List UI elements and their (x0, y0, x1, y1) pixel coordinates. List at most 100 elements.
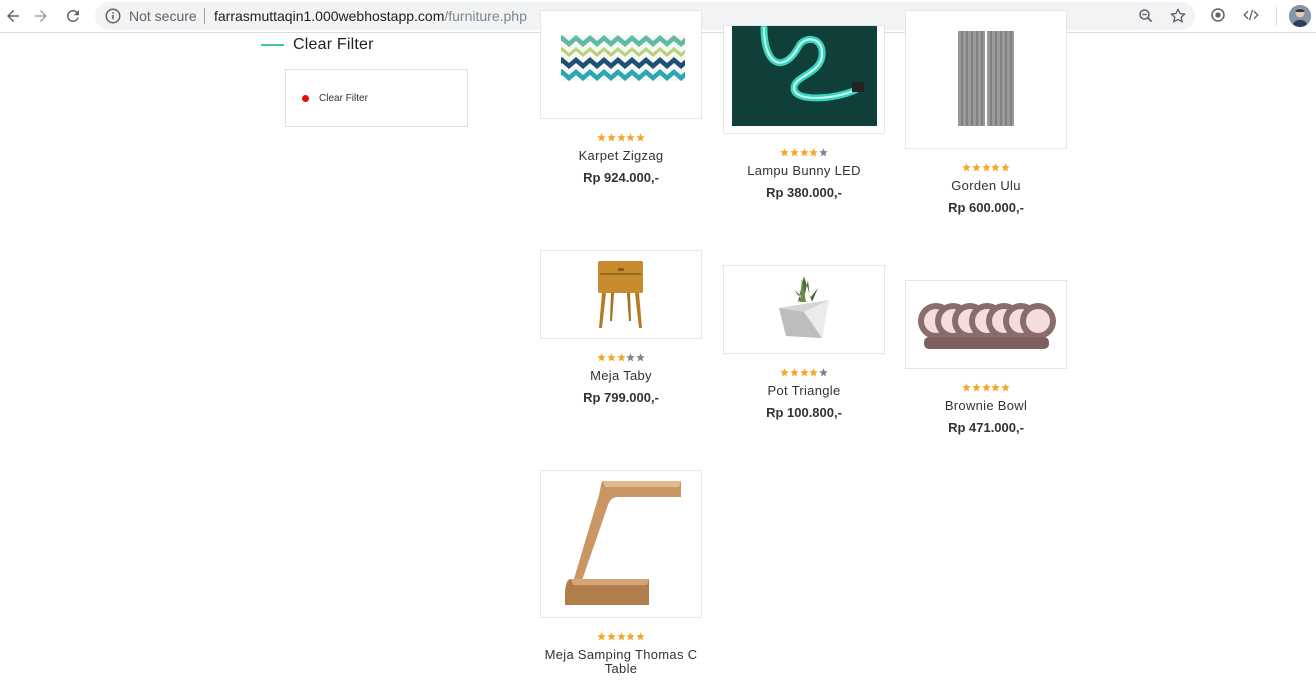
product-image[interactable] (540, 470, 702, 618)
product-rating (540, 353, 702, 364)
product-price: Rp 799.000,- (583, 390, 659, 405)
product-image[interactable] (723, 25, 885, 134)
clear-filter-link[interactable]: Clear Filter (319, 93, 368, 104)
back-button[interactable] (0, 4, 26, 28)
star-filled-icon (1000, 163, 1010, 172)
star-filled-icon (799, 368, 809, 377)
product-card[interactable]: Pot Triangle Rp 100.800,- (723, 265, 885, 420)
star-filled-icon (780, 368, 790, 377)
curtain-image (958, 31, 1014, 126)
bookmark-star-icon[interactable] (1169, 7, 1187, 25)
filter-panel: Clear Filter (285, 69, 468, 127)
star-filled-icon (799, 148, 809, 157)
reload-icon (66, 9, 79, 22)
product-rating (723, 368, 885, 379)
product-price: Rp 471.000,- (948, 420, 1024, 435)
extension-icon[interactable] (1209, 6, 1227, 24)
product-name[interactable]: Pot Triangle (723, 384, 885, 398)
forward-button[interactable] (28, 4, 54, 28)
profile-avatar[interactable] (1289, 5, 1311, 27)
heading-accent-line (261, 44, 284, 46)
product-name[interactable]: Meja Samping Thomas C Table (540, 648, 702, 676)
product-card[interactable]: Meja Samping Thomas C Table (540, 470, 702, 676)
star-filled-icon (972, 163, 981, 172)
product-price: Rp 924.000,- (583, 170, 659, 185)
star-filled-icon (1000, 383, 1010, 392)
product-image[interactable] (905, 10, 1067, 149)
product-name[interactable]: Brownie Bowl (905, 399, 1067, 413)
product-card[interactable]: Karpet Zigzag Rp 924.000,- (540, 10, 702, 185)
star-filled-icon (780, 148, 790, 157)
toolbar-divider (1276, 7, 1277, 26)
product-card[interactable]: Meja Taby Rp 799.000,- (540, 250, 702, 405)
star-filled-icon (972, 383, 981, 392)
product-image[interactable] (540, 250, 702, 339)
product-price: Rp 100.800,- (766, 405, 842, 420)
star-filled-icon (616, 133, 626, 142)
filter-heading: Clear Filter (261, 36, 374, 54)
info-icon[interactable] (104, 7, 122, 25)
star-filled-icon (991, 383, 1000, 392)
product-name[interactable]: Meja Taby (540, 369, 702, 383)
star-filled-icon (790, 368, 799, 377)
star-filled-icon (635, 133, 645, 142)
star-filled-icon (635, 632, 645, 641)
address-separator (204, 8, 205, 24)
product-name[interactable]: Karpet Zigzag (540, 149, 702, 163)
star-filled-icon (981, 163, 991, 172)
star-empty-icon (818, 148, 828, 157)
star-filled-icon (809, 368, 818, 377)
star-filled-icon (616, 632, 626, 641)
star-filled-icon (809, 148, 818, 157)
product-image[interactable] (905, 280, 1067, 369)
zigzag-carpet-image (561, 35, 685, 81)
product-image[interactable] (540, 10, 702, 119)
zoom-icon[interactable] (1137, 7, 1155, 25)
product-card[interactable]: Gorden Ulu Rp 600.000,- (905, 10, 1067, 215)
product-rating (905, 163, 1067, 174)
reload-button[interactable] (60, 4, 86, 28)
code-icon[interactable] (1242, 6, 1260, 24)
star-filled-icon (597, 133, 607, 142)
star-empty-icon (635, 353, 645, 362)
c-table-image (565, 481, 681, 605)
product-card[interactable]: Brownie Bowl Rp 471.000,- (905, 280, 1067, 435)
star-filled-icon (962, 383, 972, 392)
star-filled-icon (597, 353, 607, 362)
star-filled-icon (607, 353, 616, 362)
product-price: Rp 380.000,- (766, 185, 842, 200)
star-filled-icon (607, 133, 616, 142)
avatar-image (1289, 5, 1311, 27)
star-filled-icon (626, 133, 635, 142)
star-filled-icon (597, 632, 607, 641)
filter-heading-text: Clear Filter (293, 36, 374, 53)
star-filled-icon (616, 353, 626, 362)
arrow-left-icon (7, 10, 19, 22)
product-price: Rp 600.000,- (948, 200, 1024, 215)
product-card[interactable]: Lampu Bunny LED Rp 380.000,- (723, 25, 885, 200)
product-rating (905, 383, 1067, 394)
star-empty-icon (818, 368, 828, 377)
url-host: farrasmuttaqin1.000webhostapp.com (214, 8, 445, 24)
neon-lamp-image (732, 26, 877, 126)
star-filled-icon (962, 163, 972, 172)
product-name[interactable]: Gorden Ulu (905, 179, 1067, 193)
url-text[interactable]: farrasmuttaqin1.000webhostapp.com/furnit… (214, 8, 527, 24)
product-image[interactable] (723, 265, 885, 354)
active-filter-dot-icon (302, 95, 309, 102)
star-empty-icon (626, 353, 635, 362)
side-table-image (598, 261, 643, 328)
star-filled-icon (991, 163, 1000, 172)
url-path: /furniture.php (444, 8, 527, 24)
star-filled-icon (981, 383, 991, 392)
product-name[interactable]: Lampu Bunny LED (723, 164, 885, 178)
arrow-right-icon (35, 10, 47, 22)
star-filled-icon (626, 632, 635, 641)
star-filled-icon (607, 632, 616, 641)
star-filled-icon (790, 148, 799, 157)
bowls-image (918, 303, 1056, 349)
plant-pot-image (779, 276, 829, 338)
product-rating (540, 632, 702, 643)
product-rating (723, 148, 885, 159)
product-rating (540, 133, 702, 144)
